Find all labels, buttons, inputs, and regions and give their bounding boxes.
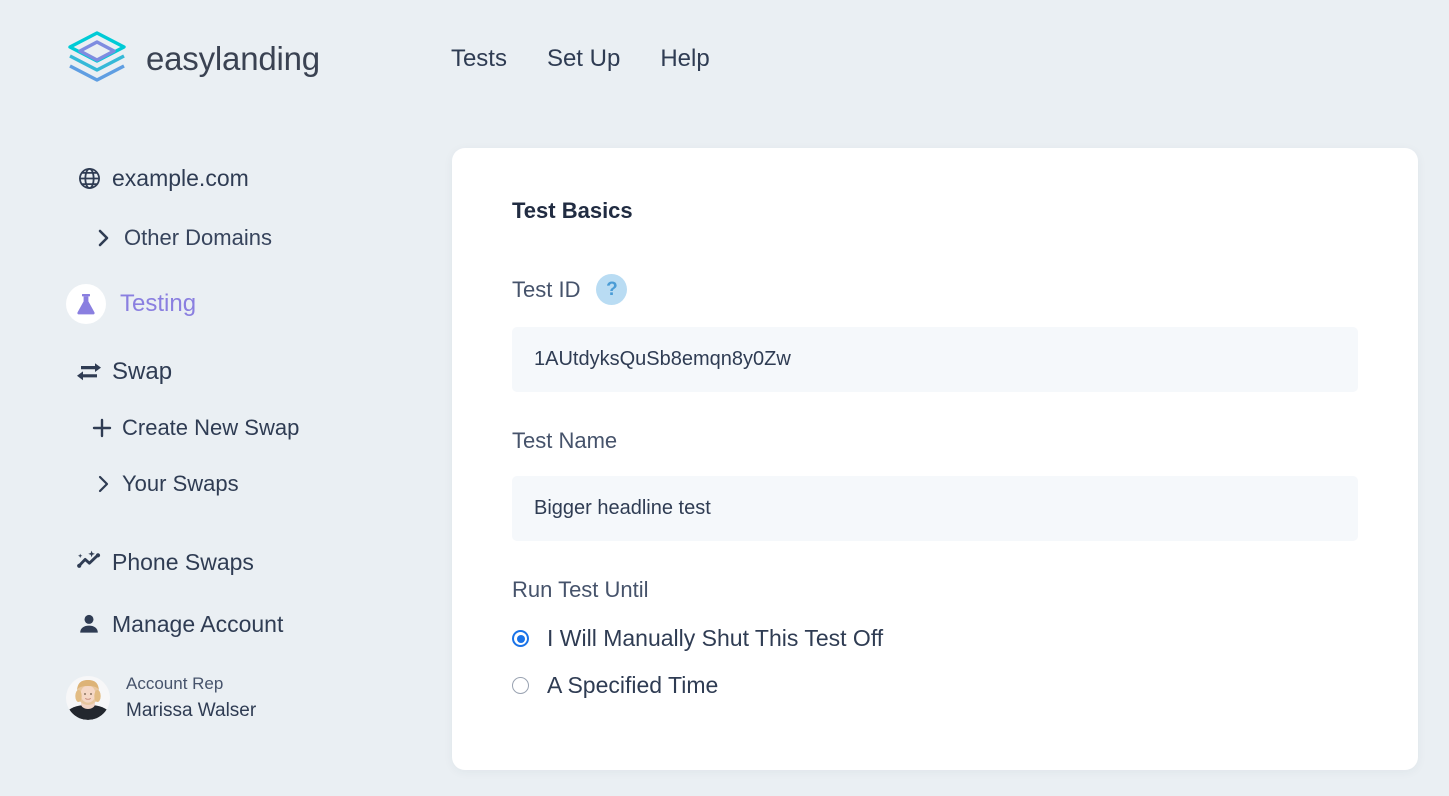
- sidebar-item-phone-swaps[interactable]: Phone Swaps: [66, 542, 452, 582]
- radio-button-manual[interactable]: [512, 630, 529, 647]
- test-id-label-row: Test ID ?: [512, 274, 1358, 305]
- brand-name: easylanding: [146, 40, 320, 77]
- run-test-until-label: Run Test Until: [512, 577, 649, 602]
- globe-icon: [66, 166, 112, 191]
- sidebar-testing-label: Testing: [120, 290, 197, 317]
- account-rep-name: Marissa Walser: [126, 699, 257, 721]
- test-basics-card: Test Basics Test ID ? Test Name Run Test…: [452, 148, 1418, 770]
- sidebar-item-domain[interactable]: example.com: [66, 158, 452, 198]
- top-bar: easylanding Tests Set Up Help: [0, 0, 1449, 118]
- chevron-right-icon: [82, 228, 124, 248]
- sidebar: example.com Other Domains Testing Swap C…: [0, 118, 452, 796]
- radio-label-manual: I Will Manually Shut This Test Off: [547, 625, 884, 651]
- sidebar-item-your-swaps[interactable]: Your Swaps: [84, 464, 452, 504]
- sidebar-manage-account-label: Manage Account: [112, 610, 284, 637]
- brand-logo[interactable]: easylanding: [66, 30, 320, 88]
- app-root: easylanding Tests Set Up Help example.co…: [0, 0, 1449, 796]
- sidebar-item-other-domains[interactable]: Other Domains: [82, 218, 452, 258]
- radio-button-specified-time[interactable]: [512, 677, 529, 694]
- radio-option-manual[interactable]: I Will Manually Shut This Test Off: [512, 625, 1358, 652]
- account-rep[interactable]: Account Rep Marissa Walser: [66, 672, 452, 724]
- sparkle-trend-icon: [66, 550, 112, 574]
- sidebar-item-manage-account[interactable]: Manage Account: [66, 604, 452, 644]
- nav-setup[interactable]: Set Up: [527, 39, 640, 79]
- page-title: Test Basics: [512, 198, 633, 223]
- radio-option-specified-time[interactable]: A Specified Time: [512, 672, 1358, 699]
- top-navigation: Tests Set Up Help: [451, 39, 730, 79]
- swap-arrows-icon: [66, 361, 112, 383]
- sidebar-create-new-swap-label: Create New Swap: [122, 415, 300, 440]
- test-name-label: Test Name: [512, 428, 618, 453]
- sidebar-other-domains-label: Other Domains: [124, 225, 272, 250]
- sidebar-item-testing[interactable]: Testing: [66, 284, 452, 324]
- sidebar-domain-label: example.com: [112, 164, 249, 191]
- sidebar-item-create-new-swap[interactable]: Create New Swap: [82, 408, 452, 448]
- flask-icon: [66, 284, 106, 324]
- user-avatar-photo: [66, 676, 110, 721]
- nav-tests[interactable]: Tests: [451, 39, 527, 79]
- sidebar-phone-swaps-label: Phone Swaps: [112, 548, 254, 575]
- test-id-input[interactable]: [512, 327, 1358, 392]
- test-id-label: Test ID: [512, 276, 581, 302]
- avatar: [66, 676, 110, 721]
- plus-icon: [82, 417, 122, 439]
- radio-label-specified-time: A Specified Time: [547, 672, 719, 698]
- nav-help[interactable]: Help: [640, 39, 729, 79]
- sidebar-item-swap[interactable]: Swap: [66, 352, 452, 392]
- person-icon: [66, 613, 112, 635]
- run-test-until-radio-group: I Will Manually Shut This Test Off A Spe…: [512, 625, 1358, 699]
- test-name-input[interactable]: [512, 476, 1358, 541]
- layered-diamond-logo-icon: [68, 31, 126, 82]
- sidebar-your-swaps-label: Your Swaps: [122, 471, 239, 496]
- chevron-right-icon: [84, 474, 122, 494]
- card-content: Test Basics Test ID ? Test Name Run Test…: [452, 148, 1418, 699]
- help-icon[interactable]: ?: [596, 274, 628, 305]
- sidebar-swap-label: Swap: [112, 358, 173, 385]
- account-rep-role: Account Rep: [126, 674, 224, 693]
- account-rep-text: Account Rep Marissa Walser: [126, 672, 256, 724]
